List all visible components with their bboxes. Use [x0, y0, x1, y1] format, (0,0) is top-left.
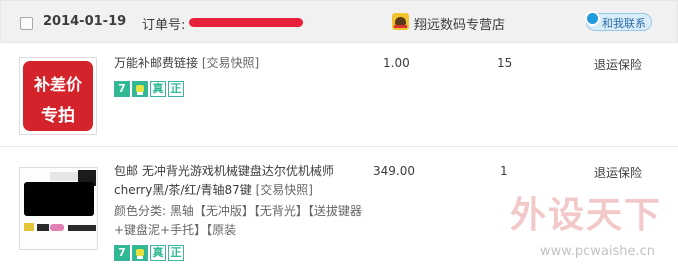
seven-day-return-icon[interactable]: 7 [114, 245, 130, 261]
consumer-protection-icon[interactable] [132, 81, 148, 97]
contact-seller-label: 和我联系 [602, 17, 646, 30]
authentic-badge-icon[interactable]: 正 [168, 245, 184, 261]
order-select-checkbox[interactable] [20, 17, 33, 30]
wangwang-chat-icon [585, 11, 600, 26]
accessory-image [68, 225, 96, 231]
seven-day-return-icon[interactable]: 7 [114, 81, 130, 97]
product-thumbnail[interactable] [19, 167, 98, 250]
shop-name-link[interactable]: 翔远数码专营店 [414, 14, 505, 33]
return-insurance: 退运保险 [594, 58, 643, 72]
unit-price: 349.00 [373, 164, 415, 178]
accessory-image [50, 224, 64, 231]
genuine-badge-icon[interactable]: 真 [150, 245, 166, 261]
service-badges: 7 真 正 [114, 81, 184, 97]
keyboard-image [24, 182, 94, 216]
genuine-badge-icon[interactable]: 真 [150, 81, 166, 97]
shop-logo-icon[interactable] [392, 13, 409, 30]
service-badges: 7 真 正 [114, 245, 184, 261]
supplement-stamp-image: 补差价 专拍 [23, 61, 93, 131]
product-title: 万能补邮费链接 [交易快照] [114, 54, 259, 73]
order-number-redacted [189, 18, 303, 27]
snapshot-link[interactable]: [交易快照] [256, 183, 313, 197]
quantity: 1 [500, 164, 508, 178]
snapshot-link[interactable]: [交易快照] [202, 56, 259, 70]
order-item-row: 包邮 无冲背光游戏机械键盘达尔优机械师cherry黑/茶/红/青轴87键 [交易… [0, 148, 678, 279]
stamp-text-line2: 专拍 [41, 106, 75, 126]
product-thumbnail[interactable]: 补差价 专拍 [19, 57, 97, 135]
unit-price: 1.00 [383, 56, 410, 70]
order-number-label: 订单号: [142, 18, 186, 33]
order-item-row: 补差价 专拍 万能补邮费链接 [交易快照] 7 真 正 1.00 15 退运保险 [0, 44, 678, 147]
authentic-badge-icon[interactable]: 正 [168, 81, 184, 97]
quantity: 15 [497, 56, 513, 70]
accessory-image [24, 223, 34, 231]
product-title-link[interactable]: 万能补邮费链接 [114, 56, 198, 70]
order-header: 2014-01-19 订单号: 翔远数码专营店 和我联系 [0, 0, 678, 43]
order-date: 2014-01-19 [43, 14, 127, 29]
stamp-text-line1: 补差价 [33, 75, 82, 94]
sku-properties: 颜色分类: 黑轴【无冲版】【无背光】【送拔键器+键盘泥+手托】【原装 [114, 204, 362, 237]
contact-seller-button[interactable]: 和我联系 [585, 11, 652, 31]
accessory-image [37, 224, 49, 231]
consumer-protection-icon[interactable] [132, 245, 148, 261]
product-title: 包邮 无冲背光游戏机械键盘达尔优机械师cherry黑/茶/红/青轴87键 [交易… [114, 162, 364, 200]
return-insurance: 退运保险 [594, 166, 643, 180]
